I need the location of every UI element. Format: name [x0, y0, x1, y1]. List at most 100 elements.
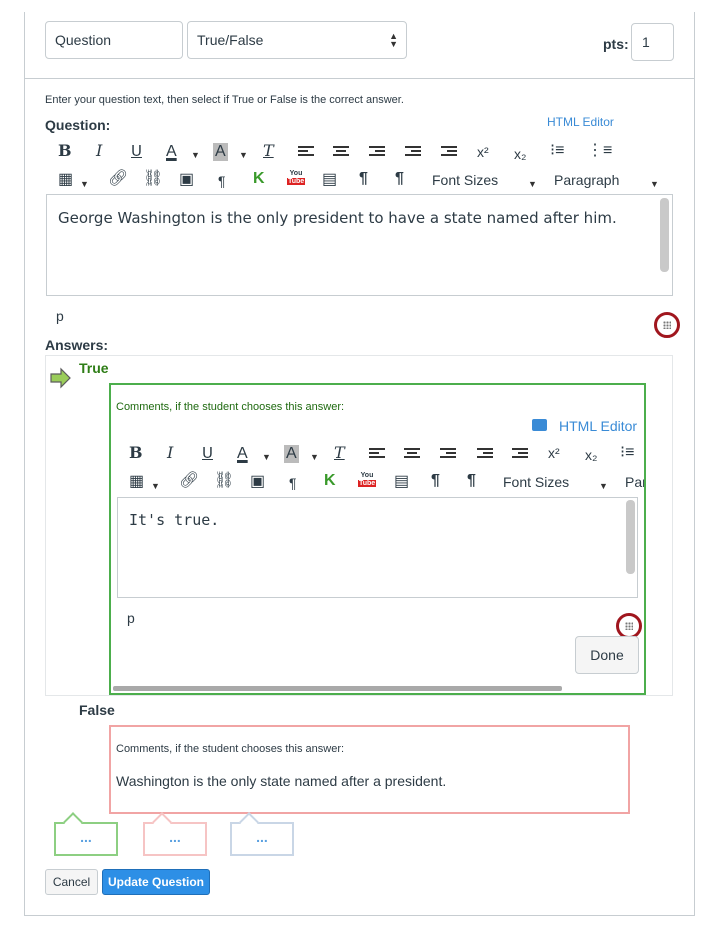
align-left-icon[interactable] [369, 446, 385, 465]
false-comment-text: Washington is the only state named after… [116, 773, 447, 789]
horizontal-scrollbar[interactable] [113, 686, 562, 691]
clear-formatting-button[interactable]: T [263, 142, 274, 160]
unlink-icon[interactable]: ⛓︎ [143, 170, 163, 188]
bold-button[interactable]: B [129, 444, 143, 462]
background-color-button[interactable]: A [284, 445, 299, 463]
keyboard-icon [532, 419, 547, 431]
youtube-bottom-text: Tube [287, 178, 306, 185]
scrollbar[interactable] [660, 198, 669, 272]
subscript-button[interactable]: x₂ [514, 145, 526, 163]
ltr-icon[interactable]: ¶ [359, 170, 368, 188]
link-icon[interactable]: 🔗︎ [108, 170, 128, 188]
youtube-icon[interactable]: You Tube [287, 170, 306, 186]
image-icon[interactable]: ▣ [250, 473, 265, 491]
answer-true-label: True [79, 360, 109, 376]
indent-icon[interactable] [441, 144, 457, 163]
font-color-button[interactable]: A [166, 143, 177, 161]
pilcrow-icon[interactable]: ¶ [218, 172, 226, 190]
superscript-button[interactable]: x² [548, 444, 560, 462]
select-arrows-icon: ▲ ▼ [389, 31, 398, 49]
underline-button[interactable]: U [131, 142, 142, 160]
italic-button[interactable]: I [96, 142, 102, 160]
align-center-icon[interactable] [404, 446, 420, 465]
align-right-icon[interactable] [369, 144, 385, 163]
font-sizes-select[interactable]: Font Sizes [503, 473, 569, 491]
font-sizes-select[interactable]: Font Sizes [432, 171, 498, 189]
done-button[interactable]: Done [575, 636, 639, 674]
clear-formatting-button[interactable]: T [334, 444, 345, 462]
true-comment-text: It's true. [129, 511, 220, 529]
rtl-icon[interactable]: ¶ [467, 472, 476, 490]
numbered-list-icon[interactable]: ⋮≡ [587, 142, 612, 160]
question-label: Question: [45, 117, 111, 133]
table-icon[interactable]: ▦ [58, 171, 73, 189]
youtube-top-text: You [289, 170, 303, 177]
indent-icon[interactable] [512, 446, 528, 465]
question-text: George Washington is the only president … [58, 209, 617, 227]
outdent-icon[interactable] [405, 144, 421, 163]
header-divider [25, 78, 694, 79]
cancel-button[interactable]: Cancel [45, 869, 98, 895]
chevron-down-icon: ▼ [191, 150, 200, 160]
underline-button[interactable]: U [202, 444, 213, 462]
chevron-down-icon: ▼ [599, 481, 608, 491]
neutral-comment-bubble[interactable]: ... [230, 822, 294, 856]
table-icon[interactable]: ▦ [129, 473, 144, 491]
media-icon[interactable]: ▤ [322, 171, 337, 189]
question-type-value: True/False [197, 32, 264, 48]
unlink-icon[interactable]: ⛓︎ [214, 472, 234, 490]
incorrect-comment-bubble[interactable]: ... [143, 822, 207, 856]
kaltura-icon[interactable]: K [324, 472, 336, 490]
chevron-down-icon: ▼ [528, 179, 537, 189]
image-icon[interactable]: ▣ [179, 171, 194, 189]
resize-handle-icon[interactable] [654, 312, 680, 338]
subscript-button[interactable]: x₂ [585, 446, 597, 464]
align-right-icon[interactable] [440, 446, 456, 465]
true-comments-label: Comments, if the student chooses this an… [116, 401, 345, 413]
false-comments-label: Comments, if the student chooses this an… [116, 743, 345, 755]
rtl-icon[interactable]: ¶ [395, 170, 404, 188]
superscript-button[interactable]: x² [477, 143, 489, 161]
correct-answer-arrow-icon[interactable] [50, 367, 72, 389]
element-path: p [127, 610, 135, 626]
youtube-bottom-text: Tube [358, 480, 377, 487]
font-color-button[interactable]: A [237, 445, 248, 463]
italic-button[interactable]: I [167, 444, 173, 462]
false-comments-panel[interactable] [109, 725, 630, 814]
question-type-select[interactable]: True/False ▲ ▼ [187, 21, 407, 59]
html-editor-link[interactable]: HTML Editor [547, 115, 614, 129]
paragraph-select[interactable]: Paragraph [554, 171, 619, 189]
chevron-down-icon: ▼ [262, 452, 271, 462]
update-question-button[interactable]: Update Question [102, 869, 210, 895]
element-path: p [56, 308, 64, 324]
media-icon[interactable]: ▤ [394, 473, 409, 491]
outdent-icon[interactable] [477, 446, 493, 465]
chevron-down-icon: ▼ [151, 481, 160, 491]
question-name-input[interactable]: Question [45, 21, 183, 59]
align-left-icon[interactable] [298, 144, 314, 163]
link-icon[interactable]: 🔗︎ [179, 472, 199, 490]
answer-false-label: False [79, 702, 115, 718]
answers-label: Answers: [45, 337, 109, 353]
points-input[interactable]: 1 [631, 23, 674, 61]
ltr-icon[interactable]: ¶ [431, 472, 440, 490]
bold-button[interactable]: B [58, 142, 72, 160]
chevron-down-icon: ▼ [310, 452, 319, 462]
correct-comment-bubble[interactable]: ... [54, 822, 118, 856]
pilcrow-icon[interactable]: ¶ [289, 474, 297, 492]
html-editor-link[interactable]: HTML Editor [559, 418, 637, 434]
bullet-list-icon[interactable]: ⁝≡ [620, 444, 640, 462]
question-instructions: Enter your question text, then select if… [45, 94, 404, 106]
background-color-button[interactable]: A [213, 143, 228, 161]
youtube-icon[interactable]: You Tube [358, 472, 377, 488]
chevron-down-icon: ▼ [650, 179, 659, 189]
chevron-down-icon: ▼ [80, 179, 89, 189]
scrollbar[interactable] [626, 500, 635, 574]
kaltura-icon[interactable]: K [253, 170, 265, 188]
paragraph-select[interactable]: Par [625, 473, 644, 491]
points-label: pts: [603, 36, 629, 52]
chevron-down-icon: ▼ [239, 150, 248, 160]
align-center-icon[interactable] [333, 144, 349, 163]
youtube-top-text: You [360, 472, 374, 479]
bullet-list-icon[interactable]: ⁝≡ [550, 142, 564, 160]
